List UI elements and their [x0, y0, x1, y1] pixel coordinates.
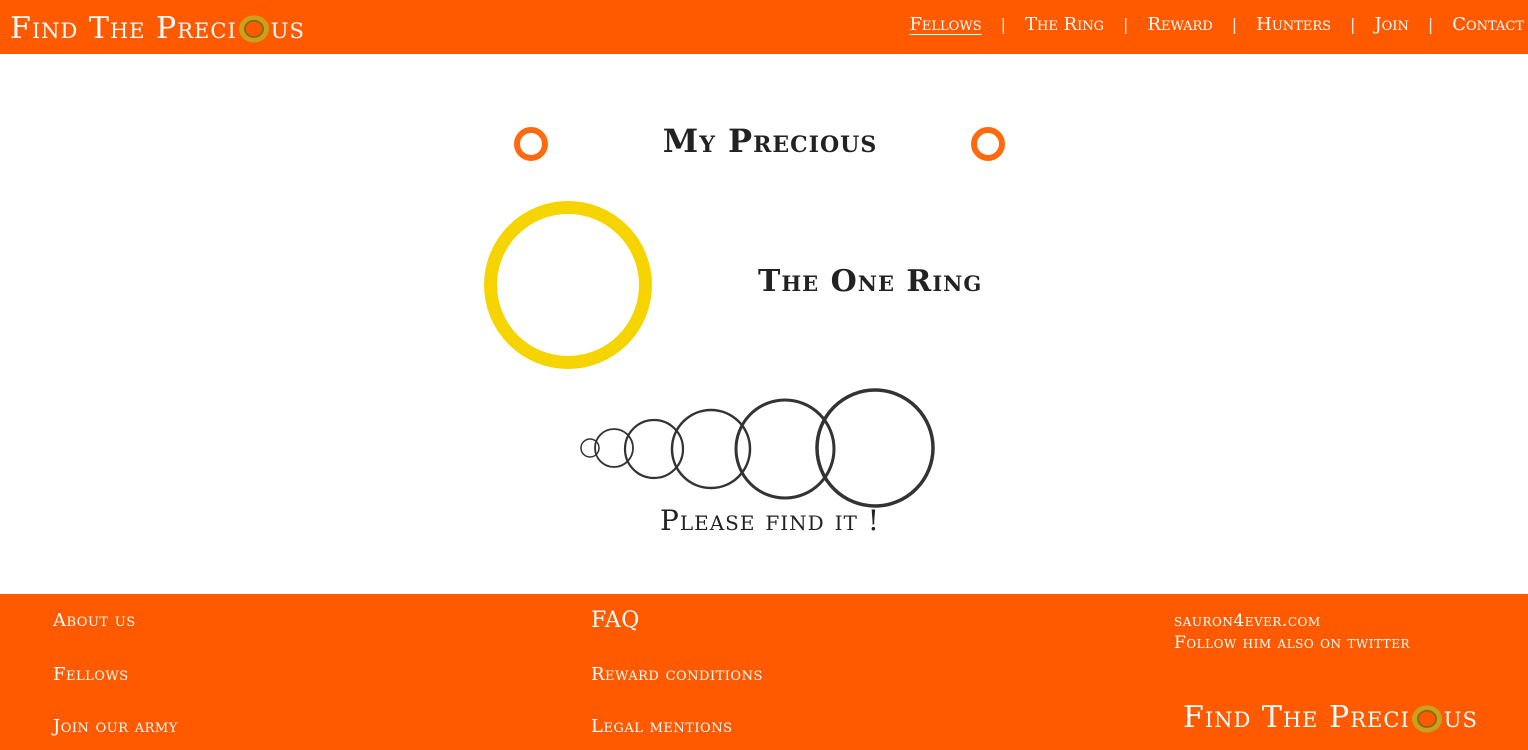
footer-link-legal[interactable]: Legal mentions	[591, 716, 733, 737]
ring-icon	[238, 15, 269, 43]
footer-link-twitter[interactable]: Follow him also on twitter	[1174, 632, 1410, 654]
nav-item-reward[interactable]: Reward	[1147, 14, 1212, 35]
nav-separator: |	[1350, 15, 1356, 34]
ring-name-heading: The One Ring	[758, 264, 983, 299]
footer-brand-prefix: Find The Preci	[1183, 700, 1410, 735]
nav-item-the-ring[interactable]: The Ring	[1025, 14, 1104, 35]
main-nav: Fellows | The Ring | Reward | Hunters | …	[909, 14, 1524, 35]
nested-circles-icon	[580, 388, 935, 508]
orange-ring-icon	[971, 127, 1005, 161]
nav-separator: |	[1427, 15, 1434, 34]
nav-item-fellows[interactable]: Fellows	[909, 14, 981, 35]
nav-item-join[interactable]: Join	[1374, 14, 1408, 35]
footer-link-join[interactable]: Join our army	[53, 716, 178, 737]
footer-contact: sauron4ever.com Follow him also on twitt…	[1174, 610, 1410, 654]
footer-link-reward-conditions[interactable]: Reward conditions	[591, 664, 763, 685]
brand-text-suffix: us	[270, 10, 305, 46]
nav-separator: |	[1231, 15, 1238, 34]
footer-brand-logo[interactable]: Find The Preci us	[1183, 700, 1478, 735]
page-title: My Precious	[662, 122, 878, 160]
gold-ring-icon	[484, 201, 652, 369]
brand-logo[interactable]: Find The Preci us	[10, 8, 305, 48]
footer-link-site[interactable]: sauron4ever.com	[1174, 610, 1410, 632]
footer-link-about[interactable]: About us	[53, 610, 136, 631]
footer-brand-suffix: us	[1443, 700, 1478, 735]
footer-link-fellows[interactable]: Fellows	[53, 664, 129, 685]
footer: About us Fellows Join our army FAQ Rewar…	[0, 594, 1528, 750]
nav-separator: |	[1000, 15, 1006, 34]
nav-separator: |	[1123, 15, 1129, 34]
footer-link-faq[interactable]: FAQ	[591, 608, 640, 633]
tagline: Please find it !	[660, 504, 880, 537]
ring-icon	[1411, 704, 1442, 732]
brand-text-prefix: Find The Preci	[10, 10, 237, 46]
top-navigation-bar: Find The Preci us Fellows | The Ring | R…	[0, 0, 1528, 54]
nav-item-hunters[interactable]: Hunters	[1256, 14, 1331, 35]
nav-item-contact[interactable]: Contact	[1452, 14, 1524, 35]
